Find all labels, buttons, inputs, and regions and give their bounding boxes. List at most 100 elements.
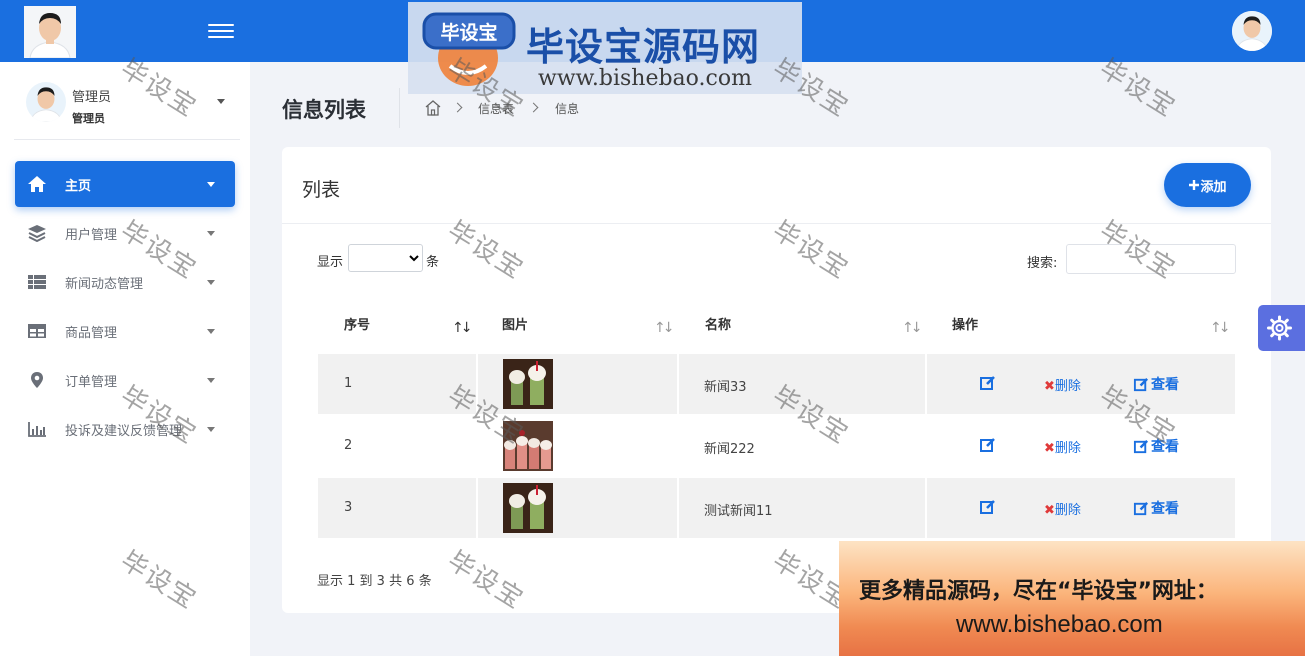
sidebar-item-label: 用户管理 <box>65 228 118 243</box>
cell-index: 3 <box>318 478 476 538</box>
view-label: 查看 <box>1151 501 1179 517</box>
search-input[interactable] <box>1066 244 1236 274</box>
sidebar-user[interactable]: 管理员 管理员 <box>14 62 240 140</box>
cell-image <box>478 354 677 414</box>
home-icon[interactable] <box>424 99 442 117</box>
edit-icon <box>1133 377 1149 391</box>
home-icon <box>28 176 46 192</box>
title-divider <box>399 88 400 128</box>
user-avatar <box>26 82 66 122</box>
chevron-down-icon[interactable] <box>217 99 225 104</box>
add-button-label: 添加 <box>1200 179 1227 195</box>
sidebar-item-label: 投诉及建议反馈管理 <box>65 424 183 439</box>
news-thumbnail[interactable] <box>503 421 553 471</box>
column-header-name[interactable]: 名称 <box>705 314 731 333</box>
column-header-actions: 操作 <box>952 318 979 333</box>
sidebar-item-label: 商品管理 <box>65 326 118 341</box>
chevron-down-icon <box>207 329 215 334</box>
view-button[interactable]: 查看 <box>1133 374 1179 394</box>
watermark-title: 毕设宝源码网 <box>526 24 761 69</box>
sidebar-item-home[interactable]: 主页 <box>15 161 235 207</box>
promo-banner[interactable]: 更多精品源码，尽在“毕设宝”网址： www.bishebao.com <box>839 541 1305 656</box>
list-icon <box>28 275 46 289</box>
view-button[interactable]: 查看 <box>1133 498 1179 518</box>
edit-icon[interactable] <box>979 436 997 454</box>
edit-icon[interactable] <box>979 498 997 516</box>
watermark-badge-icon: 毕设宝 <box>422 12 516 86</box>
sort-icon[interactable]: ↑↓ <box>1210 320 1231 336</box>
watermark-logo: 毕设宝 毕设宝源码网 www.bishebao.com <box>408 2 802 94</box>
column-header-index[interactable]: 序号 <box>344 314 370 333</box>
sidebar-item-label: 主页 <box>65 179 92 194</box>
cell-name-text: 新闻222 <box>704 442 755 457</box>
edit-icon[interactable] <box>979 374 997 392</box>
cell-name: 新闻33 <box>679 354 925 414</box>
location-pin-icon <box>31 372 43 388</box>
cell-name-text: 新闻33 <box>704 380 747 395</box>
view-label: 查看 <box>1151 439 1179 455</box>
delete-button[interactable]: ✖删除 <box>1044 499 1081 518</box>
news-thumbnail[interactable] <box>503 483 553 533</box>
table-row: 1 新闻33 ✖删除 查看 <box>318 354 1235 414</box>
delete-label: 删除 <box>1054 379 1081 394</box>
watermark-url: www.bishebao.com <box>538 66 752 91</box>
bar-chart-icon <box>28 422 46 437</box>
sidebar-item-orders[interactable]: 订单管理 <box>15 357 235 403</box>
delete-label: 删除 <box>1054 441 1081 456</box>
watermark-badge-text: 毕设宝 <box>440 21 497 44</box>
column-header-image[interactable]: 图片 <box>502 314 528 333</box>
chevron-down-icon <box>207 231 215 236</box>
hamburger-icon[interactable] <box>208 20 234 42</box>
view-label: 查看 <box>1151 377 1179 393</box>
cell-index-text: 2 <box>344 438 353 453</box>
layers-icon <box>28 225 46 242</box>
profile-avatar[interactable] <box>1232 11 1272 51</box>
grid-icon <box>28 324 46 338</box>
promo-line-1: 更多精品源码，尽在“毕设宝”网址： <box>859 579 1218 604</box>
user-name: 管理员 <box>72 90 112 105</box>
card-divider <box>282 223 1271 224</box>
search-label: 搜索: <box>1027 256 1058 271</box>
settings-button[interactable] <box>1258 305 1305 351</box>
news-thumbnail[interactable] <box>503 359 553 409</box>
page-title: 信息列表 <box>282 98 366 122</box>
delete-button[interactable]: ✖删除 <box>1044 437 1081 456</box>
view-button[interactable]: 查看 <box>1133 436 1179 456</box>
chevron-down-icon <box>207 182 215 187</box>
cell-index-text: 1 <box>344 376 353 391</box>
cell-image <box>478 416 677 476</box>
breadcrumb-item: 信息 <box>555 102 580 116</box>
page-size-select[interactable] <box>348 244 423 272</box>
sidebar: 管理员 管理员 主页 用户管理 新闻动态管理 商品管理 订单管理 投诉及建议反馈… <box>0 62 250 656</box>
sort-icon[interactable]: ↑↓ <box>654 320 675 336</box>
edit-icon <box>1133 501 1149 515</box>
chevron-down-icon <box>207 378 215 383</box>
close-icon: ✖ <box>1044 379 1055 394</box>
sidebar-item-feedback[interactable]: 投诉及建议反馈管理 <box>15 406 235 452</box>
add-button[interactable]: 添加 <box>1164 163 1251 207</box>
delete-button[interactable]: ✖删除 <box>1044 375 1081 394</box>
sort-icon[interactable]: ↑↓ <box>902 320 923 336</box>
sidebar-item-news[interactable]: 新闻动态管理 <box>15 259 235 305</box>
sidebar-item-users[interactable]: 用户管理 <box>15 210 235 256</box>
close-icon: ✖ <box>1044 441 1055 456</box>
sidebar-item-products[interactable]: 商品管理 <box>15 308 235 354</box>
gear-icon <box>1267 315 1292 341</box>
sidebar-item-label: 订单管理 <box>65 375 118 390</box>
cell-actions: ✖删除 查看 <box>927 354 1235 414</box>
sidebar-item-label: 新闻动态管理 <box>65 277 144 292</box>
page-size-label: 显示 <box>317 255 344 270</box>
pagination-info: 显示 1 到 3 共 6 条 <box>317 574 432 589</box>
promo-line-2: www.bishebao.com <box>956 611 1163 638</box>
table-row: 2 新闻222 ✖删除 查看 <box>318 416 1235 476</box>
cell-index: 2 <box>318 416 476 476</box>
plus-icon <box>1189 180 1200 190</box>
cell-name: 新闻222 <box>679 416 925 476</box>
cell-name: 测试新闻11 <box>679 478 925 538</box>
breadcrumb-item[interactable]: 信息表 <box>478 100 514 117</box>
cell-image <box>478 478 677 538</box>
logo-avatar[interactable] <box>24 6 76 58</box>
sort-icon[interactable]: ↑↓ <box>452 320 473 336</box>
chevron-down-icon <box>207 280 215 285</box>
edit-icon <box>1133 439 1149 453</box>
